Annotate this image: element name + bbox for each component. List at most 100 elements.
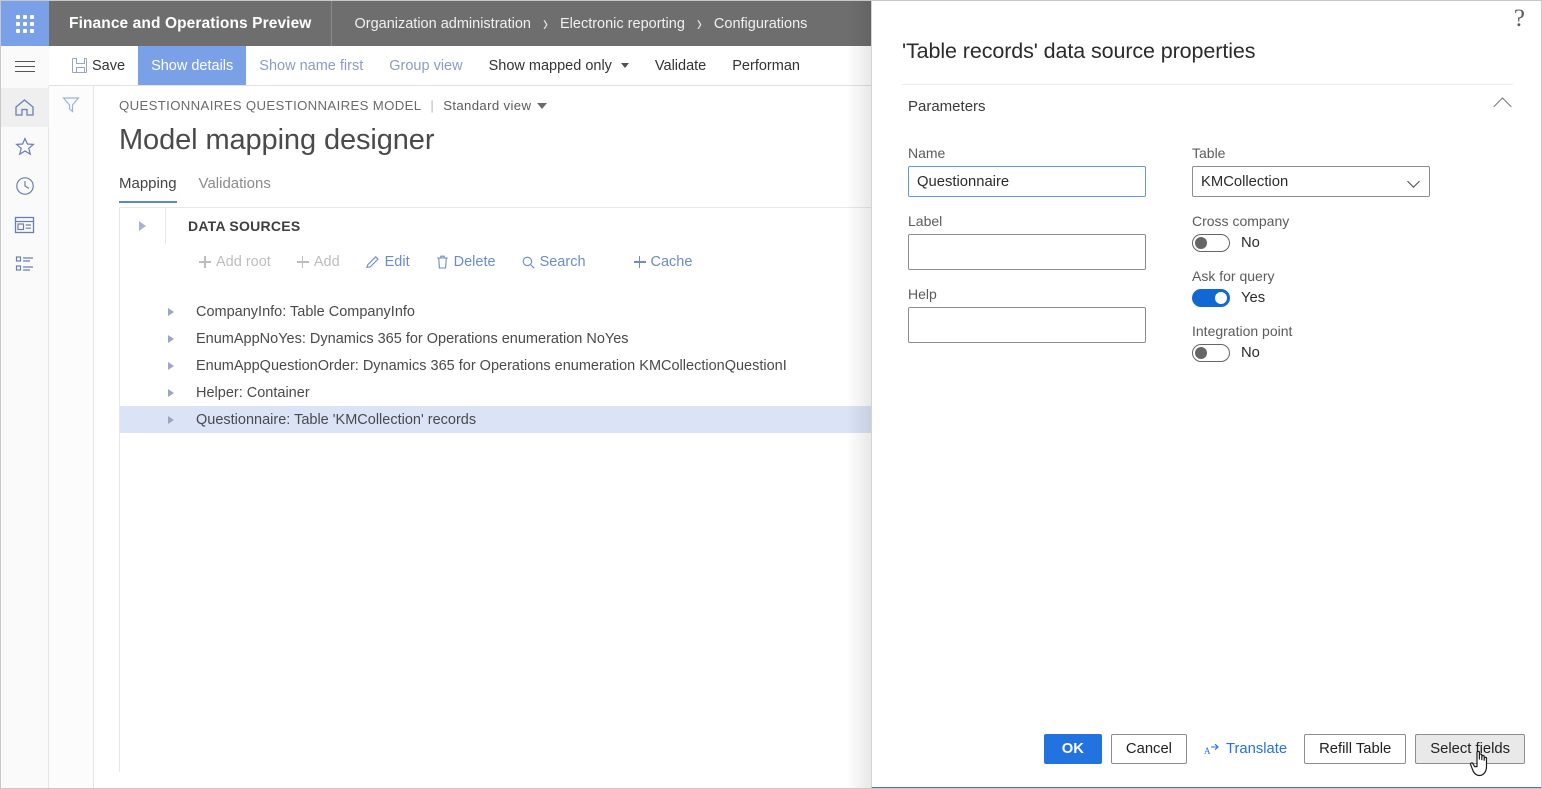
rail-item-modules[interactable] [1, 244, 49, 283]
integration-point-toggle[interactable] [1192, 344, 1230, 362]
cross-company-group: Cross company No [1192, 213, 1430, 252]
ask-for-query-toggle-row: Yes [1192, 289, 1430, 307]
table-dropdown[interactable]: KMCollection [1192, 166, 1430, 197]
trash-icon [436, 255, 449, 269]
breadcrumb-item-organization-administration[interactable]: Organization administration [354, 16, 531, 32]
rail-item-favorites[interactable] [1, 127, 49, 166]
tab-mapping[interactable]: Mapping [119, 175, 177, 203]
ok-button[interactable]: OK [1044, 734, 1102, 764]
edit-button[interactable]: Edit [355, 248, 421, 276]
performance-button[interactable]: Performan [719, 46, 813, 85]
breadcrumb-item-configurations[interactable]: Configurations [714, 16, 808, 32]
help-icon[interactable]: ? [1514, 5, 1525, 33]
ask-for-query-label: Ask for query [1192, 268, 1430, 284]
label-input[interactable] [908, 234, 1146, 270]
breadcrumb: Organization administration › Electronic… [332, 1, 829, 46]
left-navigation-rail [1, 86, 49, 789]
view-selector-label: Standard view [443, 98, 531, 113]
svg-text:A: A [1204, 746, 1211, 756]
left-field-column: Name Label Help [908, 145, 1146, 378]
cancel-button[interactable]: Cancel [1111, 734, 1187, 764]
chevron-right-icon[interactable] [168, 389, 174, 397]
pencil-icon [366, 255, 380, 269]
breadcrumb-separator-icon: › [543, 11, 548, 37]
chevron-up-icon[interactable] [1493, 97, 1511, 115]
rail-item-recent[interactable] [1, 166, 49, 205]
select-fields-button[interactable]: Select fields [1415, 734, 1525, 764]
refill-table-button[interactable]: Refill Table [1304, 734, 1406, 764]
cross-company-toggle[interactable] [1192, 234, 1230, 252]
save-button-label: Save [92, 58, 125, 74]
table-field-label: Table [1192, 145, 1430, 161]
ask-for-query-state: Yes [1241, 290, 1265, 306]
page-caption-text: QUESTIONNAIRES QUESTIONNAIRES MODEL [119, 98, 421, 113]
chevron-down-icon [537, 103, 547, 109]
rail-item-home[interactable] [1, 88, 49, 127]
delete-label: Delete [454, 254, 496, 270]
command-bar-items: Save Show details Show name first Group … [49, 46, 813, 85]
waffle-menu-button[interactable] [1, 1, 49, 46]
label-field-group: Label [908, 213, 1146, 270]
show-details-button[interactable]: Show details [138, 46, 246, 85]
chevron-right-icon[interactable] [168, 416, 174, 424]
chevron-down-icon [621, 63, 629, 68]
ask-for-query-toggle[interactable] [1192, 289, 1230, 307]
performance-label: Performan [732, 58, 800, 74]
chevron-down-icon [1407, 175, 1420, 188]
cache-label: Cache [651, 254, 693, 270]
name-input[interactable] [908, 166, 1146, 197]
view-selector[interactable]: Standard view [443, 98, 547, 113]
rail-item-workspaces[interactable] [1, 205, 49, 244]
tree-row-label: EnumAppNoYes: Dynamics 365 for Operation… [196, 331, 629, 347]
integration-point-label: Integration point [1192, 323, 1430, 339]
save-button[interactable]: Save [59, 46, 138, 85]
search-label: Search [540, 254, 586, 270]
translate-label: Translate [1226, 741, 1287, 757]
search-button[interactable]: Search [511, 248, 597, 276]
show-mapped-only-label: Show mapped only [489, 58, 612, 74]
tab-validations[interactable]: Validations [199, 175, 271, 203]
cache-button[interactable]: Cache [623, 248, 704, 276]
chevron-right-icon [139, 221, 146, 231]
tree-row-label: EnumAppQuestionOrder: Dynamics 365 for O… [196, 358, 787, 374]
hamburger-icon[interactable] [1, 46, 49, 86]
brand-title: Finance and Operations Preview [49, 1, 332, 46]
tree-row-label: Questionnaire: Table 'KMCollection' reco… [196, 412, 476, 428]
chevron-right-icon[interactable] [168, 362, 174, 370]
integration-point-toggle-row: No [1192, 344, 1430, 362]
delete-button[interactable]: Delete [425, 248, 507, 276]
table-dropdown-value: KMCollection [1201, 174, 1288, 190]
plus-icon [199, 256, 211, 268]
show-details-label: Show details [151, 58, 233, 74]
chevron-right-icon[interactable] [168, 335, 174, 343]
table-field-group: Table KMCollection [1192, 145, 1430, 197]
integration-point-group: Integration point No [1192, 323, 1430, 362]
translate-button[interactable]: A Translate [1196, 734, 1295, 764]
group-view-button[interactable]: Group view [376, 46, 475, 85]
show-mapped-only-button[interactable]: Show mapped only [476, 46, 642, 85]
help-input[interactable] [908, 307, 1146, 343]
chevron-right-icon[interactable] [168, 308, 174, 316]
clock-icon [15, 176, 35, 196]
dialog-footer: OK Cancel A Translate Refill Table Selec… [1044, 734, 1525, 764]
data-sources-expander[interactable] [120, 208, 166, 244]
validate-button[interactable]: Validate [642, 46, 719, 85]
name-field-label: Name [908, 145, 1146, 161]
add-button[interactable]: Add [286, 248, 351, 276]
parameters-section-header[interactable]: Parameters [872, 85, 1542, 115]
breadcrumb-item-electronic-reporting[interactable]: Electronic reporting [560, 16, 685, 32]
cross-company-label: Cross company [1192, 213, 1430, 229]
parameters-fields: Name Label Help Table KMCollection [872, 115, 1542, 378]
show-name-first-button[interactable]: Show name first [246, 46, 376, 85]
plus-icon [634, 256, 646, 268]
cross-company-toggle-row: No [1192, 234, 1430, 252]
caption-divider: | [430, 98, 434, 113]
tree-row-label: CompanyInfo: Table CompanyInfo [196, 304, 415, 320]
add-root-button[interactable]: Add root [188, 248, 282, 276]
name-field-group: Name [908, 145, 1146, 197]
filter-funnel-icon[interactable] [62, 96, 80, 113]
tree-row-label: Helper: Container [196, 385, 310, 401]
help-field-group: Help [908, 286, 1146, 343]
integration-point-state: No [1241, 345, 1260, 361]
show-name-first-label: Show name first [259, 58, 363, 74]
